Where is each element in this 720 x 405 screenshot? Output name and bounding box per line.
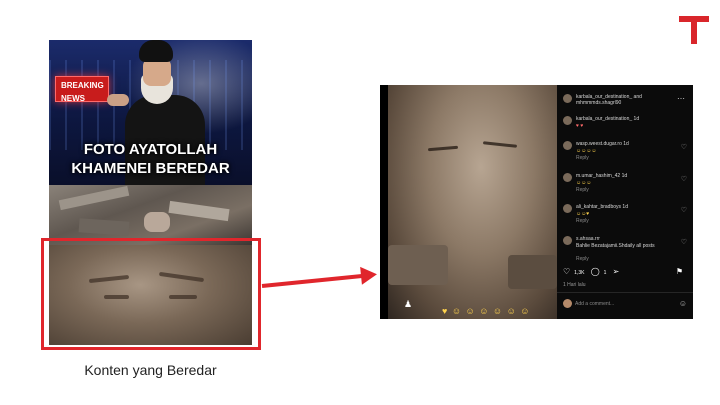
reply-link[interactable]: Reply (576, 187, 589, 193)
avatar (563, 299, 572, 308)
highlight-box (41, 238, 261, 350)
like-count: 1,3K (574, 270, 585, 276)
bookmark-icon[interactable]: ⚑ (676, 267, 683, 276)
post-date: 1 Hari lalu (563, 282, 586, 288)
comment-count: 1 (603, 270, 607, 276)
divider (557, 292, 693, 293)
add-comment-field[interactable]: Add a comment... ☺ (563, 299, 687, 308)
like-comment-icon[interactable]: ♡ (681, 143, 687, 151)
reaction-emojis: ♥ ☺ ☺ ☺ ☺ ☺ ☺ (442, 306, 531, 316)
like-comment-icon[interactable]: ♡ (681, 175, 687, 183)
comments-panel: karbala_our_destination_ and mhmmmds.sha… (557, 85, 693, 319)
reply-link[interactable]: Reply (576, 155, 589, 161)
reply-link[interactable]: Reply (576, 256, 589, 262)
avatar[interactable] (563, 204, 572, 213)
arrow (261, 273, 365, 288)
comment-icon[interactable]: ◯ (591, 267, 600, 276)
page: BREAKING NEWS FOTO AYATOLLAH KHAMENEI BE… (0, 0, 720, 405)
avatar[interactable] (563, 116, 572, 125)
share-icon[interactable]: ➢ (613, 267, 620, 276)
avatar[interactable] (563, 173, 572, 182)
arrow-head (360, 265, 378, 285)
comment-emojis: ♥ ♥ (576, 123, 584, 129)
avatar[interactable] (563, 141, 572, 150)
post-coauthor[interactable]: mhmmmds.shagrl90 (576, 100, 676, 106)
like-comment-icon[interactable]: ♡ (681, 238, 687, 246)
breaking-news-badge: BREAKING NEWS (55, 76, 109, 103)
reply-link[interactable]: Reply (576, 218, 589, 224)
instagram-post-screenshot: ♟ ♥ ☺ ☺ ☺ ☺ ☺ ☺ karbala_our_destination_… (380, 85, 693, 319)
post-actions: ♡ 1,3K ◯ 1 ➢ ⚑ (563, 267, 687, 276)
publisher-logo (679, 12, 709, 48)
post-photo: ♟ ♥ ☺ ☺ ☺ ☺ ☺ ☺ (388, 85, 557, 319)
like-comment-icon[interactable]: ♡ (681, 206, 687, 214)
emoji-icon[interactable]: ☺ (679, 299, 687, 308)
heart-icon[interactable]: ♡ (563, 267, 570, 276)
more-options-icon[interactable]: ⋯ (677, 94, 685, 103)
avatar[interactable] (563, 236, 572, 245)
content-label: Konten yang Beredar (84, 362, 217, 378)
poster-caption: FOTO AYATOLLAH KHAMENEI BEREDAR (71, 141, 230, 177)
user-tag-icon[interactable]: ♟ (404, 299, 412, 310)
avatar[interactable] (563, 94, 572, 103)
